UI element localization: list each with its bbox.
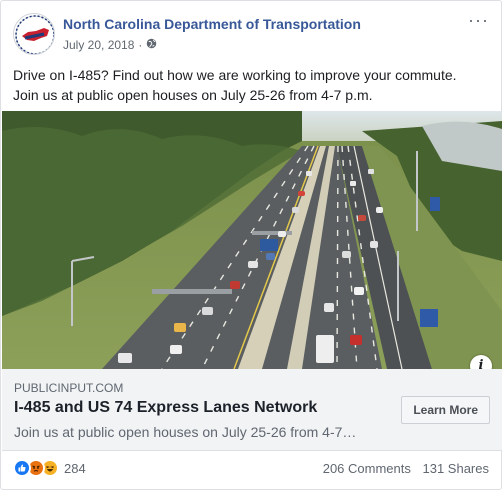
meta-separator: ·	[138, 38, 143, 52]
comments-count-link[interactable]: 206 Comments	[323, 461, 411, 476]
post-message: Drive on I-485? Find out how we are work…	[13, 65, 491, 105]
link-title[interactable]: I-485 and US 74 Express Lanes Network	[14, 399, 317, 417]
learn-more-button[interactable]: Learn More	[401, 396, 490, 424]
page-name-link[interactable]: North Carolina Department of Transportat…	[63, 16, 361, 32]
like-icon	[13, 459, 31, 477]
shares-count-link[interactable]: 131 Shares	[423, 461, 490, 476]
engagement-stats: 206 Comments 131 Shares	[323, 461, 489, 476]
link-description: Join us at public open houses on July 25…	[14, 424, 357, 440]
post-date[interactable]: July 20, 2018	[63, 38, 134, 52]
post-meta: July 20, 2018 ·	[63, 38, 157, 52]
post-header: North Carolina Department of Transportat…	[13, 11, 489, 57]
post-message-line: Drive on I-485? Find out how we are work…	[13, 67, 457, 83]
ncdot-logo-avatar[interactable]	[13, 13, 55, 55]
more-options-button[interactable]: ···	[468, 11, 489, 29]
globe-icon	[146, 38, 157, 52]
reaction-count: 284	[64, 460, 86, 476]
reactions-summary[interactable]: 284	[13, 459, 86, 477]
link-domain: PUBLICINPUT.COM	[14, 381, 124, 395]
post-message-line: Join us at public open houses on July 25…	[13, 87, 373, 103]
highway-rendering-image[interactable]: i	[2, 111, 502, 369]
post-card: North Carolina Department of Transportat…	[0, 0, 502, 490]
link-preview[interactable]: PUBLICINPUT.COM I-485 and US 74 Express …	[2, 369, 502, 451]
post-footer: 284 206 Comments 131 Shares	[13, 457, 489, 481]
